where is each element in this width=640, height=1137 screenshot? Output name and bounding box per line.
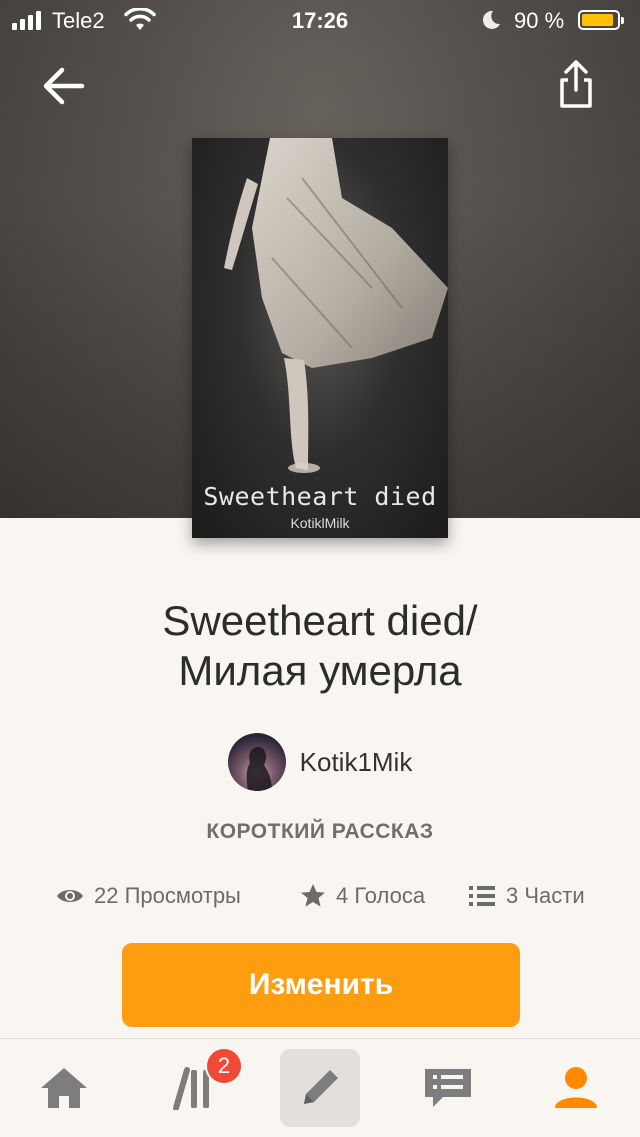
- home-icon: [41, 1068, 87, 1108]
- tab-home[interactable]: [4, 1039, 124, 1137]
- do-not-disturb-icon: [480, 8, 502, 37]
- book-cover[interactable]: Sweetheart died KotiklMilk: [192, 138, 448, 538]
- share-icon: [560, 60, 592, 108]
- author-name: Kotik1Mik: [299, 746, 413, 777]
- category-label: КОРОТКИЙ РАССКАЗ: [206, 820, 434, 843]
- edit-button[interactable]: Изменить: [122, 943, 520, 1027]
- tab-write[interactable]: [280, 1039, 360, 1137]
- avatar: [227, 733, 286, 791]
- book-stats: 22 Просмотры 4 Голоса 3 Части: [0, 876, 640, 916]
- battery-percent: 90 %: [514, 8, 565, 33]
- back-button[interactable]: [38, 60, 90, 112]
- views-stat: 22 Просмотры: [56, 876, 241, 916]
- cover-title: Sweetheart died: [203, 482, 437, 511]
- messages-icon: [425, 1069, 471, 1107]
- star-icon: [301, 884, 325, 907]
- cover-author: KotiklMilk: [290, 515, 350, 531]
- tab-bar: 2: [0, 1038, 640, 1137]
- eye-icon: [57, 890, 83, 902]
- votes-count: 4 Голоса: [336, 883, 426, 908]
- tab-messages[interactable]: [388, 1039, 508, 1137]
- book-title-line-1: Sweetheart died/: [162, 597, 478, 644]
- book-title: Sweetheart died/ Милая умерла: [40, 596, 600, 696]
- cover-illustration: [224, 138, 448, 473]
- tab-profile[interactable]: [516, 1039, 636, 1137]
- votes-stat: 4 Голоса: [300, 876, 425, 916]
- parts-stat: 3 Части: [468, 876, 585, 916]
- profile-icon: [555, 1067, 597, 1108]
- status-bar: Tele2 17:26 90 %: [0, 0, 640, 40]
- views-count: 22 Просмотры: [94, 883, 241, 908]
- notification-badge: 2: [205, 1047, 243, 1085]
- parts-count: 3 Части: [506, 883, 585, 908]
- author-link[interactable]: Kotik1Mik: [0, 732, 640, 792]
- book-title-line-2: Милая умерла: [178, 647, 462, 694]
- battery-icon: [578, 10, 624, 30]
- list-icon: [469, 886, 495, 906]
- arrow-left-icon: [43, 67, 85, 105]
- pencil-icon: [304, 1070, 338, 1104]
- share-button[interactable]: [550, 56, 602, 112]
